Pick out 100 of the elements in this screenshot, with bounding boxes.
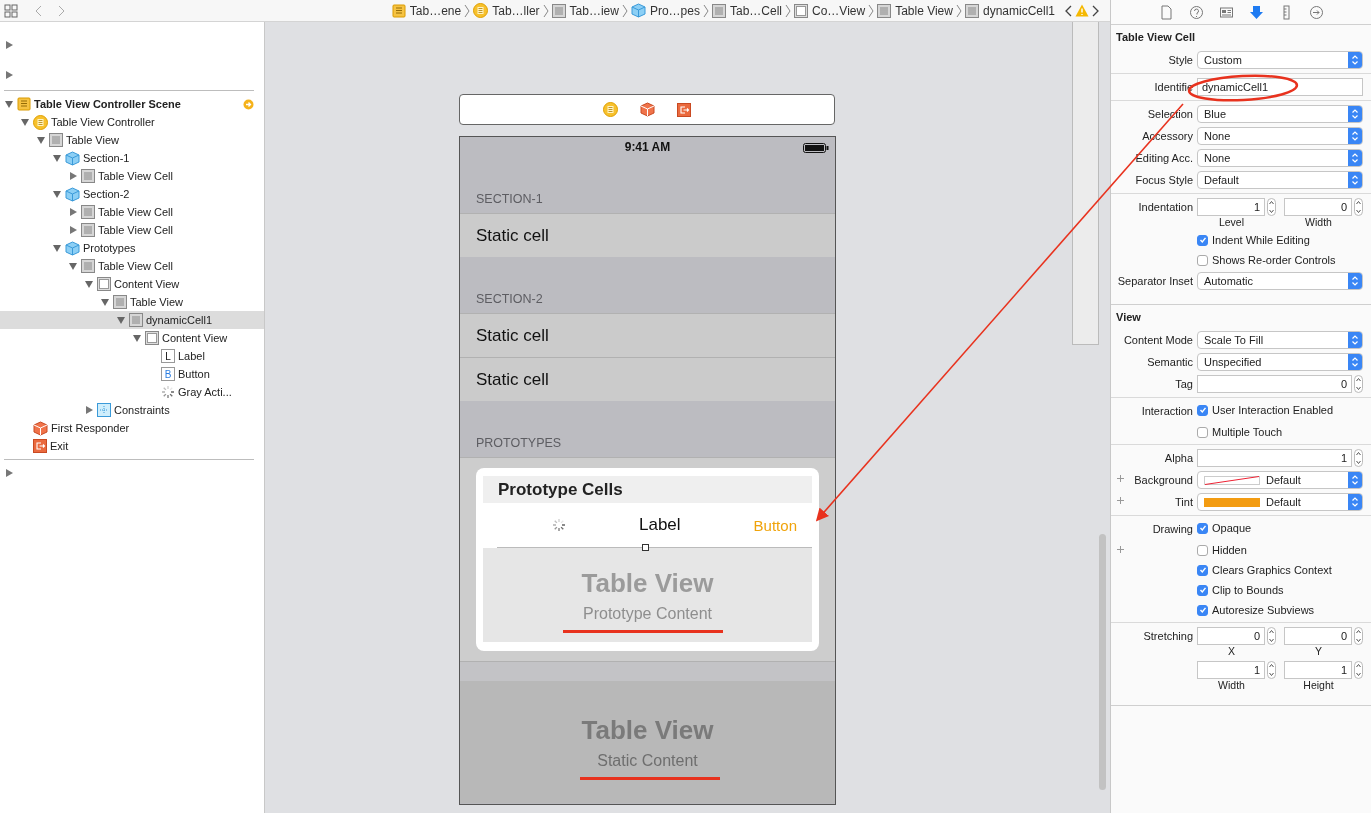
expanded-triangle-icon[interactable] xyxy=(100,297,110,307)
plus-icon[interactable] xyxy=(1117,497,1124,504)
table-cell[interactable]: Static cell xyxy=(460,357,835,401)
outline-item[interactable]: Constraints xyxy=(0,401,264,419)
popup-button[interactable]: Unspecified xyxy=(1197,353,1363,371)
expanded-triangle-icon[interactable] xyxy=(68,261,78,271)
outline-item[interactable]: Table View xyxy=(0,131,264,149)
outline-item[interactable]: L Label xyxy=(0,347,264,365)
number-field[interactable]: 0 xyxy=(1284,198,1352,216)
popup-button[interactable]: Scale To Fill xyxy=(1197,331,1363,349)
previous-issue-icon[interactable] xyxy=(1064,4,1072,17)
checkbox[interactable] xyxy=(1197,522,1208,534)
checkbox[interactable] xyxy=(1197,584,1208,596)
number-field[interactable]: 1 xyxy=(1284,661,1352,679)
breadcrumb-item[interactable]: Co…View xyxy=(794,3,866,18)
number-field[interactable]: 0 xyxy=(1284,627,1352,645)
collapsed-triangle-icon[interactable] xyxy=(68,207,78,217)
outline-item[interactable]: Table View xyxy=(0,293,264,311)
breadcrumb-item[interactable]: Tab…iew xyxy=(551,3,619,18)
identifier-field[interactable]: dynamicCell1 xyxy=(1197,78,1363,96)
checkbox[interactable] xyxy=(1197,404,1208,416)
collapsed-triangle-icon[interactable] xyxy=(4,40,14,50)
table-cell[interactable]: Static cell xyxy=(460,313,835,357)
number-field[interactable]: 0 xyxy=(1197,375,1352,393)
outline-item[interactable]: Section-1 xyxy=(0,149,264,167)
breadcrumb-item[interactable]: dynamicCell1 xyxy=(964,3,1055,18)
popup-button[interactable]: Custom xyxy=(1197,51,1363,69)
expanded-triangle-icon[interactable] xyxy=(52,153,62,163)
checkbox[interactable] xyxy=(1197,604,1208,616)
breadcrumb-item[interactable]: Table View xyxy=(877,3,953,18)
stepper[interactable] xyxy=(1354,627,1363,645)
arrow-circle-icon[interactable] xyxy=(1308,4,1324,20)
popup-button[interactable]: None xyxy=(1197,149,1363,167)
outline-item[interactable]: Content View xyxy=(0,329,264,347)
outline-item[interactable]: Table View Cell xyxy=(0,221,264,239)
expanded-triangle-icon[interactable] xyxy=(52,189,62,199)
popup-button[interactable]: Automatic xyxy=(1197,272,1363,290)
outline-item[interactable]: Table View Cell xyxy=(0,203,264,221)
stepper[interactable] xyxy=(1354,198,1363,216)
table-cell[interactable]: Static cell xyxy=(460,213,835,257)
plus-icon[interactable] xyxy=(1117,475,1124,482)
collapsed-triangle-icon[interactable] xyxy=(68,225,78,235)
grid-icon[interactable] xyxy=(4,3,18,18)
stepper[interactable] xyxy=(1354,449,1363,467)
plus-icon[interactable] xyxy=(1117,546,1124,553)
popup-button[interactable]: Default xyxy=(1197,471,1363,489)
outline-item[interactable]: dynamicCell1 xyxy=(0,311,264,329)
stepper[interactable] xyxy=(1354,661,1363,679)
collapsed-triangle-icon[interactable] xyxy=(4,468,14,478)
expanded-triangle-icon[interactable] xyxy=(84,279,94,289)
outline-item[interactable]: Gray Acti... xyxy=(0,383,264,401)
checkbox[interactable] xyxy=(1197,426,1208,438)
outline-item[interactable]: Prototypes xyxy=(0,239,264,257)
checkbox[interactable] xyxy=(1197,564,1208,576)
collapsed-triangle-icon[interactable] xyxy=(4,70,14,80)
next-issue-icon[interactable] xyxy=(1092,4,1100,17)
collapsed-triangle-icon[interactable] xyxy=(68,171,78,181)
outline-item[interactable]: Section-2 xyxy=(0,185,264,203)
list-icon xyxy=(129,313,143,327)
help-icon[interactable] xyxy=(1188,4,1204,20)
popup-button[interactable]: Blue xyxy=(1197,105,1363,123)
expanded-triangle-icon[interactable] xyxy=(4,99,14,109)
checkbox[interactable] xyxy=(1197,234,1208,246)
file-icon[interactable] xyxy=(1158,4,1174,20)
number-field[interactable]: 1 xyxy=(1197,661,1265,679)
stepper[interactable] xyxy=(1354,375,1363,393)
number-field[interactable]: 0 xyxy=(1197,627,1265,645)
outline-item[interactable]: First Responder xyxy=(0,419,264,437)
stepper[interactable] xyxy=(1267,198,1276,216)
popup-button[interactable]: Default xyxy=(1197,171,1363,189)
number-field[interactable]: 1 xyxy=(1197,198,1265,216)
number-field[interactable]: 1 xyxy=(1197,449,1352,467)
outline-item[interactable]: Content View xyxy=(0,275,264,293)
arrow-down-icon[interactable] xyxy=(1248,4,1264,20)
stepper[interactable] xyxy=(1267,627,1276,645)
expanded-triangle-icon[interactable] xyxy=(20,117,30,127)
checkbox[interactable] xyxy=(1197,544,1208,556)
breadcrumb-item[interactable]: Tab…Cell xyxy=(711,3,782,18)
expanded-triangle-icon[interactable] xyxy=(132,333,142,343)
outline-item[interactable]: Exit xyxy=(0,437,264,455)
popup-button[interactable]: Default xyxy=(1197,493,1363,511)
breadcrumb-item[interactable]: Pro…pes xyxy=(630,3,700,18)
popup-button[interactable]: None xyxy=(1197,127,1363,145)
expanded-triangle-icon[interactable] xyxy=(116,315,126,325)
outline-item[interactable]: Table View Cell xyxy=(0,167,264,185)
breadcrumb-item[interactable]: Tab…ller xyxy=(473,3,540,18)
expanded-triangle-icon[interactable] xyxy=(36,135,46,145)
card-icon[interactable] xyxy=(1218,4,1234,20)
scroll-thumb[interactable] xyxy=(1099,534,1106,790)
outline-item[interactable]: Table View Controller Scene xyxy=(0,95,264,113)
outline-item[interactable]: Table View Cell xyxy=(0,257,264,275)
outline-item[interactable]: Table View Controller xyxy=(0,113,264,131)
expanded-triangle-icon[interactable] xyxy=(52,243,62,253)
checkbox-label: Multiple Touch xyxy=(1212,426,1283,438)
resize-handle[interactable] xyxy=(642,544,649,551)
breadcrumb-item[interactable]: Tab…ene xyxy=(391,3,462,18)
stepper[interactable] xyxy=(1267,661,1276,679)
collapsed-triangle-icon[interactable] xyxy=(84,405,94,415)
checkbox[interactable] xyxy=(1197,254,1208,266)
outline-item[interactable]: B Button xyxy=(0,365,264,383)
